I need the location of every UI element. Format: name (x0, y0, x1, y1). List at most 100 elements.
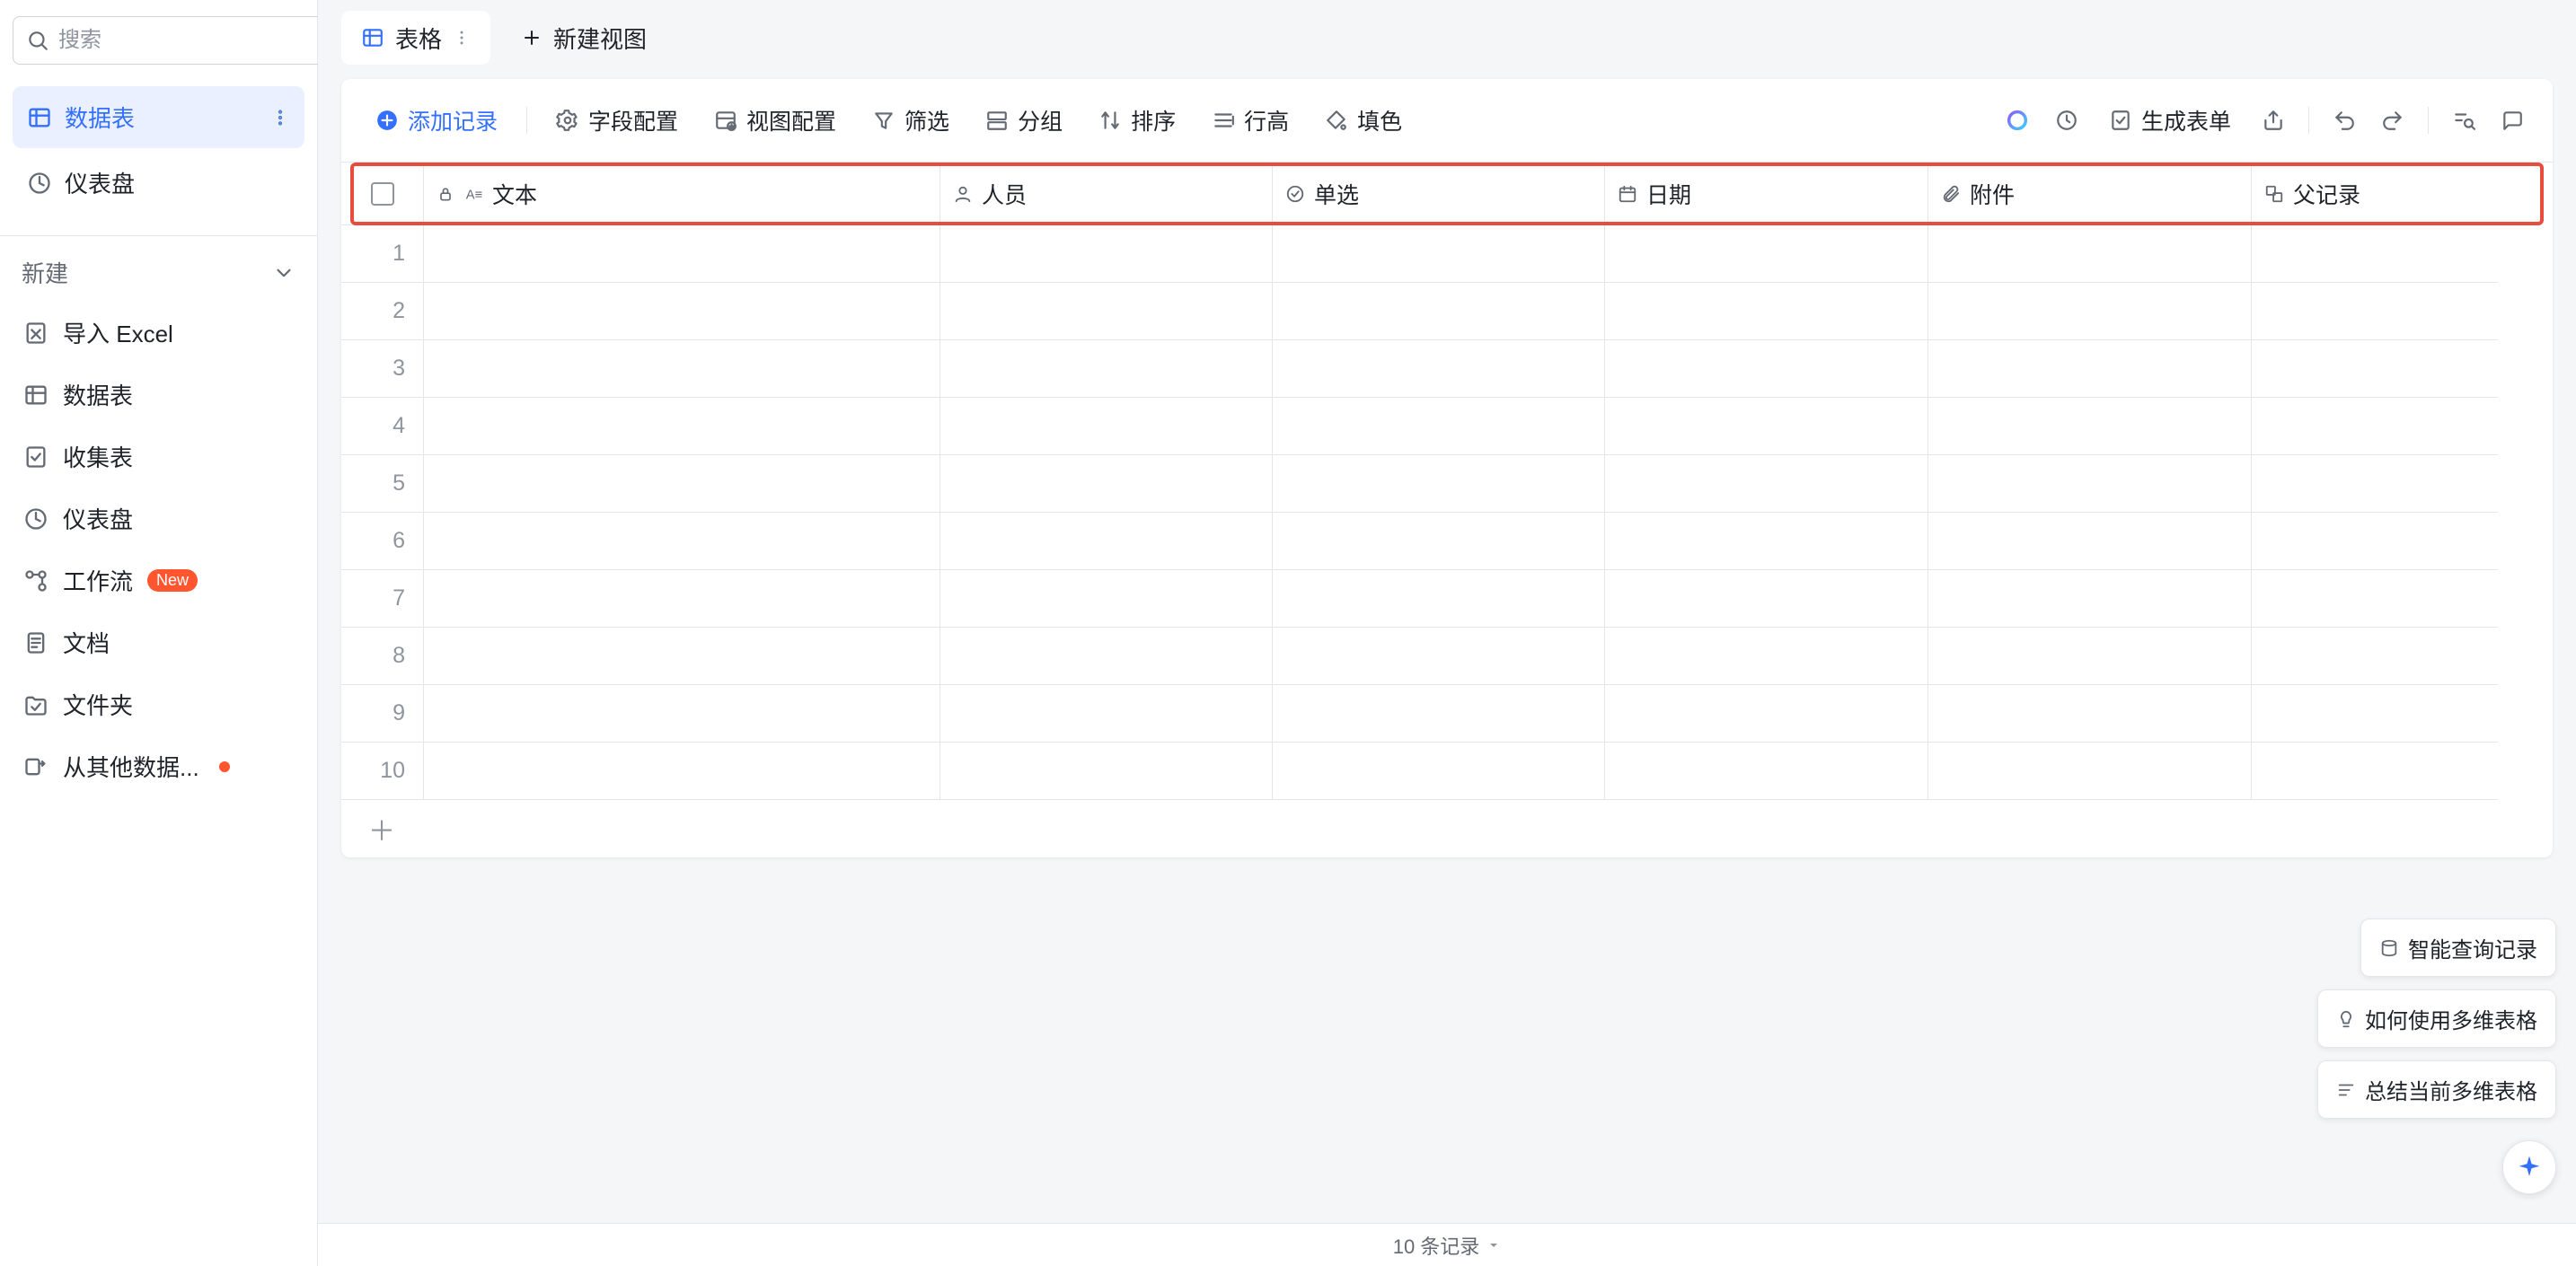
data-cell[interactable] (1273, 685, 1605, 743)
data-cell[interactable] (1273, 455, 1605, 513)
data-cell[interactable] (1928, 398, 2252, 455)
data-cell[interactable] (1928, 628, 2252, 685)
data-cell[interactable] (1928, 225, 2252, 283)
data-cell[interactable] (1273, 225, 1605, 283)
data-cell[interactable] (424, 455, 940, 513)
data-cell[interactable] (2252, 398, 2498, 455)
row-number-cell[interactable]: 5 (341, 455, 424, 513)
data-cell[interactable] (1605, 513, 1928, 570)
column-header[interactable]: 附件 (1928, 163, 2252, 225)
data-cell[interactable] (1273, 340, 1605, 398)
find-button[interactable] (2443, 100, 2484, 141)
data-cell[interactable] (2252, 340, 2498, 398)
header-checkbox-cell[interactable] (341, 163, 424, 225)
new-workflow[interactable]: 工作流 New (13, 549, 304, 611)
data-cell[interactable] (424, 743, 940, 800)
data-cell[interactable] (424, 283, 940, 340)
column-header[interactable]: 人员 (940, 163, 1273, 225)
search-box[interactable] (13, 16, 350, 65)
data-cell[interactable] (940, 685, 1273, 743)
column-header[interactable]: 单选 (1273, 163, 1605, 225)
data-cell[interactable] (424, 340, 940, 398)
new-dashboard[interactable]: 仪表盘 (13, 488, 304, 549)
sidebar-item-datatable[interactable]: 数据表 (13, 86, 304, 148)
new-import-excel[interactable]: 导入 Excel (13, 302, 304, 364)
data-cell[interactable] (1928, 283, 2252, 340)
data-cell[interactable] (2252, 743, 2498, 800)
tab-new-view[interactable]: 新建视图 (501, 11, 666, 65)
data-cell[interactable] (424, 685, 940, 743)
data-cell[interactable] (1605, 225, 1928, 283)
fill-button[interactable]: 填色 (1310, 95, 1416, 145)
data-cell[interactable] (1273, 743, 1605, 800)
group-button[interactable]: 分组 (971, 95, 1077, 145)
data-cell[interactable] (940, 570, 1273, 628)
data-cell[interactable] (940, 283, 1273, 340)
new-folder[interactable]: 文件夹 (13, 673, 304, 735)
data-cell[interactable] (940, 513, 1273, 570)
data-cell[interactable] (2252, 570, 2498, 628)
row-number-cell[interactable]: 1 (341, 225, 424, 283)
row-number-cell[interactable]: 4 (341, 398, 424, 455)
data-cell[interactable] (1273, 398, 1605, 455)
chip-how-to-use[interactable]: 如何使用多维表格 (2317, 989, 2556, 1048)
data-cell[interactable] (1273, 283, 1605, 340)
undo-button[interactable] (2324, 100, 2365, 141)
share-button[interactable] (2253, 100, 2294, 141)
data-cell[interactable] (424, 513, 940, 570)
chip-summarize[interactable]: 总结当前多维表格 (2317, 1060, 2556, 1119)
search-input[interactable] (58, 28, 337, 53)
new-datatable[interactable]: 数据表 (13, 364, 304, 426)
data-cell[interactable] (424, 398, 940, 455)
data-cell[interactable] (1605, 455, 1928, 513)
data-cell[interactable] (1273, 628, 1605, 685)
filter-button[interactable]: 筛选 (858, 95, 964, 145)
add-record-button[interactable]: 添加记录 (361, 95, 512, 145)
tab-grid-view[interactable]: 表格 (341, 11, 490, 65)
row-number-cell[interactable]: 3 (341, 340, 424, 398)
data-cell[interactable] (1928, 340, 2252, 398)
data-cell[interactable] (940, 225, 1273, 283)
field-config-button[interactable]: 字段配置 (542, 95, 693, 145)
data-cell[interactable] (1928, 513, 2252, 570)
data-cell[interactable] (1273, 513, 1605, 570)
row-height-button[interactable]: 行高 (1197, 95, 1303, 145)
column-header[interactable]: 日期 (1605, 163, 1928, 225)
data-cell[interactable] (1928, 685, 2252, 743)
data-cell[interactable] (2252, 455, 2498, 513)
row-number-cell[interactable]: 7 (341, 570, 424, 628)
data-cell[interactable] (2252, 225, 2498, 283)
data-cell[interactable] (940, 455, 1273, 513)
data-cell[interactable] (2252, 513, 2498, 570)
history-button[interactable] (2046, 100, 2087, 141)
data-cell[interactable] (424, 570, 940, 628)
data-cell[interactable] (940, 398, 1273, 455)
data-cell[interactable] (1605, 743, 1928, 800)
data-cell[interactable] (1928, 743, 2252, 800)
data-cell[interactable] (1605, 398, 1928, 455)
new-from-other-data[interactable]: 从其他数据... (13, 735, 304, 797)
row-number-cell[interactable]: 6 (341, 513, 424, 570)
row-number-cell[interactable]: 10 (341, 743, 424, 800)
data-cell[interactable] (1928, 570, 2252, 628)
sort-button[interactable]: 排序 (1084, 95, 1190, 145)
data-cell[interactable] (1273, 570, 1605, 628)
data-cell[interactable] (1928, 455, 2252, 513)
add-row-button[interactable]: ＋ (341, 800, 2553, 857)
data-cell[interactable] (1605, 340, 1928, 398)
data-cell[interactable] (424, 628, 940, 685)
data-cell[interactable] (1605, 628, 1928, 685)
sidebar-new-header[interactable]: 新建 (13, 236, 304, 302)
column-header[interactable]: 父记录 (2252, 163, 2498, 225)
redo-button[interactable] (2372, 100, 2413, 141)
data-cell[interactable] (2252, 283, 2498, 340)
data-cell[interactable] (940, 743, 1273, 800)
comment-button[interactable] (2492, 100, 2533, 141)
data-cell[interactable] (2252, 685, 2498, 743)
data-cell[interactable] (1605, 283, 1928, 340)
sidebar-item-more[interactable] (270, 108, 290, 127)
new-collect-form[interactable]: 收集表 (13, 426, 304, 488)
new-doc[interactable]: 文档 (13, 611, 304, 673)
generate-form-button[interactable]: 生成表单 (2095, 95, 2245, 145)
ai-fab-button[interactable] (2502, 1140, 2556, 1194)
